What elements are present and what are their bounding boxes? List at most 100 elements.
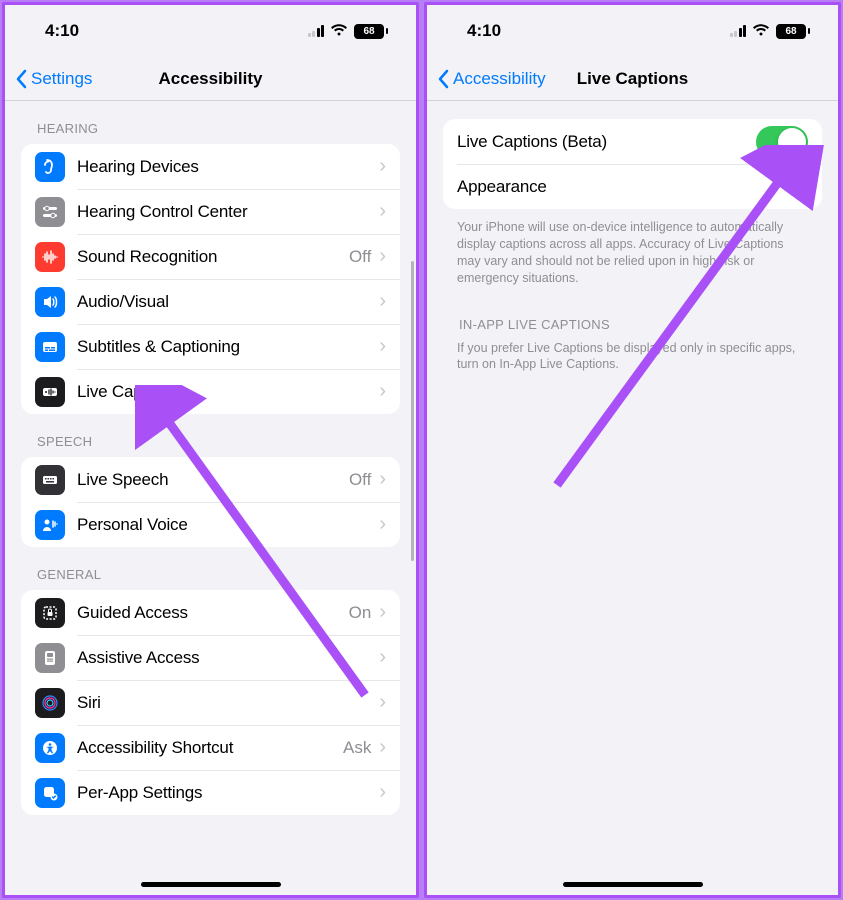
chevron-right-icon: › [379,200,386,223]
live-captions-icon [35,377,65,407]
home-indicator[interactable] [563,882,703,887]
status-time: 4:10 [467,21,501,41]
caption-icon [35,332,65,362]
home-indicator[interactable] [141,882,281,887]
row-hearing-devices[interactable]: Hearing Devices › [21,144,400,189]
row-value: On [349,603,372,623]
group-speech: Live Speech Off › Personal Voice › [21,457,400,547]
speaker-icon [35,287,65,317]
chevron-right-icon: › [379,380,386,403]
chevron-left-icon [15,69,27,89]
section-header-hearing: HEARING [5,101,416,144]
ear-icon [35,152,65,182]
row-label: Live Captions (Beta) [457,132,756,152]
back-label: Settings [31,69,92,89]
section-header-speech: SPEECH [5,414,416,457]
section-header-general: GENERAL [5,547,416,590]
keyboard-icon [35,465,65,495]
section-header-inapp: IN-APP LIVE CAPTIONS [427,297,838,340]
cellular-icon [730,25,747,37]
page-title: Live Captions [577,69,688,89]
chevron-right-icon: › [379,513,386,536]
back-button[interactable]: Accessibility [427,69,546,89]
group-hearing: Hearing Devices › Hearing Control Center… [21,144,400,414]
row-label: Subtitles & Captioning [77,337,379,357]
back-button[interactable]: Settings [5,69,92,89]
status-bar: 4:10 68 [5,5,416,57]
row-label: Personal Voice [77,515,379,535]
settings-list[interactable]: Live Captions (Beta) Appearance › Your i… [427,101,838,895]
group-live-captions: Live Captions (Beta) Appearance › [443,119,822,209]
row-value: Off [349,247,371,267]
row-audio-visual[interactable]: Audio/Visual › [21,279,400,324]
wifi-icon [752,21,770,41]
phone-right: 4:10 68 Accessibility Live Captions Live… [424,2,841,898]
group-general: Guided Access On › Assistive Access › Si… [21,590,400,815]
row-live-speech[interactable]: Live Speech Off › [21,457,400,502]
nav-bar: Accessibility Live Captions [427,57,838,101]
assistive-access-icon [35,643,65,673]
chevron-right-icon: › [379,646,386,669]
row-label: Guided Access [77,603,349,623]
row-value: Ask [343,738,371,758]
row-label: Accessibility Shortcut [77,738,343,758]
siri-icon [35,688,65,718]
per-app-icon [35,778,65,808]
battery-icon: 68 [776,24,810,39]
row-hearing-control-center[interactable]: Hearing Control Center › [21,189,400,234]
row-label: Appearance [457,177,801,197]
row-guided-access[interactable]: Guided Access On › [21,590,400,635]
row-subtitles-captioning[interactable]: Subtitles & Captioning › [21,324,400,369]
row-siri[interactable]: Siri › [21,680,400,725]
row-label: Sound Recognition [77,247,349,267]
row-live-captions[interactable]: Live Captions › [21,369,400,414]
row-label: Hearing Control Center [77,202,379,222]
row-label: Live Captions [77,382,379,402]
scrollbar[interactable] [411,261,414,561]
settings-list[interactable]: HEARING Hearing Devices › Hearing Contro… [5,101,416,895]
row-value: Off [349,470,371,490]
row-per-app-settings[interactable]: Per-App Settings › [21,770,400,815]
chevron-right-icon: › [379,781,386,804]
row-label: Live Speech [77,470,349,490]
status-bar: 4:10 68 [427,5,838,57]
battery-icon: 68 [354,24,388,39]
status-time: 4:10 [45,21,79,41]
chevron-right-icon: › [801,175,808,198]
row-label: Audio/Visual [77,292,379,312]
toggle-switch[interactable] [756,126,808,158]
row-sound-recognition[interactable]: Sound Recognition Off › [21,234,400,279]
chevron-right-icon: › [379,601,386,624]
row-appearance[interactable]: Appearance › [443,164,822,209]
chevron-right-icon: › [379,290,386,313]
row-live-captions-toggle[interactable]: Live Captions (Beta) [443,119,822,164]
row-label: Hearing Devices [77,157,379,177]
chevron-right-icon: › [379,155,386,178]
nav-bar: Settings Accessibility [5,57,416,101]
waveform-icon [35,242,65,272]
chevron-right-icon: › [379,691,386,714]
row-label: Assistive Access [77,648,379,668]
status-icons: 68 [730,21,811,41]
row-assistive-access[interactable]: Assistive Access › [21,635,400,680]
status-icons: 68 [308,21,389,41]
row-accessibility-shortcut[interactable]: Accessibility Shortcut Ask › [21,725,400,770]
row-label: Siri [77,693,379,713]
chevron-right-icon: › [379,335,386,358]
phone-left: 4:10 68 Settings Accessibility HEARING [2,2,419,898]
lock-icon [35,598,65,628]
personal-voice-icon [35,510,65,540]
chevron-right-icon: › [379,245,386,268]
chevron-right-icon: › [379,468,386,491]
cellular-icon [308,25,325,37]
row-personal-voice[interactable]: Personal Voice › [21,502,400,547]
chevron-right-icon: › [379,736,386,759]
sliders-icon [35,197,65,227]
row-label: Per-App Settings [77,783,379,803]
accessibility-shortcut-icon [35,733,65,763]
footer-text: Your iPhone will use on-device intellige… [427,209,838,297]
wifi-icon [330,21,348,41]
chevron-left-icon [437,69,449,89]
back-label: Accessibility [453,69,546,89]
page-title: Accessibility [159,69,263,89]
